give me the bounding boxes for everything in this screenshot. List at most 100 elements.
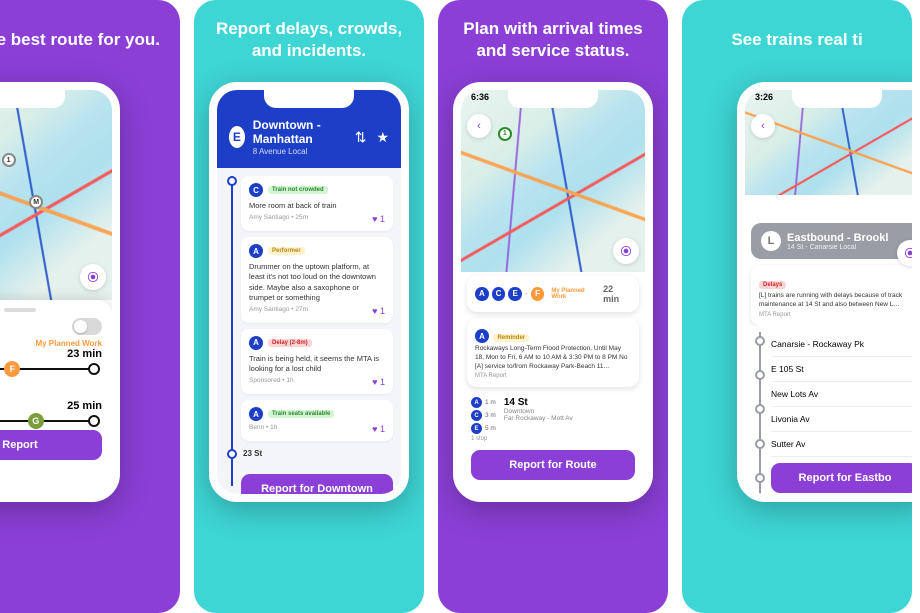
stop-line [759,332,761,502]
line-e-badge: E [508,287,522,301]
locate-button[interactable] [897,240,912,266]
report-route-button[interactable]: Report for Route [471,450,635,480]
stop-item[interactable]: Livonia Av [771,407,912,432]
line-c-badge: C [492,287,506,301]
slide-1-title: e the best route for you. [0,18,170,62]
stop-item[interactable]: New Lots Av [771,382,912,407]
report-eastbound-button[interactable]: Report for Eastbo [771,463,912,493]
screen-1: 1 M mmute My Planned Work 23 min [0,90,112,494]
heart-icon[interactable]: ♥ 1 [372,377,385,387]
alert-tag: Reminder [493,334,529,342]
line-f-badge: F [531,287,545,301]
report-body: More room at back of train [249,201,385,211]
stops-list[interactable]: Canarsie - Rockaway Pk E 105 St New Lots… [745,326,912,502]
heart-icon[interactable]: ♥ 1 [372,214,385,224]
planned-label: My Planned Work [0,339,102,348]
notch [264,90,354,108]
back-button[interactable]: ‹ [467,114,491,138]
route-line-1[interactable]: F [0,368,98,370]
phone-4: 3:26 ‹ L Eastbound - Brookl 14 St - Cana… [737,82,912,502]
report-downtown-button[interactable]: Report for Downtown Line [241,474,393,494]
line-title: Downtown - Manhattan [253,118,347,146]
notch [0,90,65,108]
timeline [231,176,233,486]
commute-sheet[interactable]: mmute My Planned Work 23 min F 1, 2 min … [0,300,112,494]
phone-1: 1 M mmute My Planned Work 23 min [0,82,120,502]
line-c-badge: C [249,183,263,197]
line-l-header: L Eastbound - Brookl 14 St - Canarsie Lo… [751,223,912,259]
phone-3: 6:36 ‹ 1 A C E - F My Plann [453,82,653,502]
map-marker[interactable]: M [29,195,43,209]
report-body: Train is being held, it seems the MTA is… [249,354,385,374]
status-tag: Delay (2-8m) [268,339,312,347]
status-tag: Train not crowded [268,186,328,194]
eta-1: 23 min [0,348,102,360]
locate-button[interactable] [80,264,106,290]
notch [792,90,882,108]
route-line-2[interactable]: B G [0,420,98,422]
map-marker[interactable]: 1 [498,127,512,141]
report-body: Drummer on the uptown platform, at least… [249,262,385,303]
route-card[interactable]: A C E - F My Planned Work 22 min [467,276,639,312]
route-icon[interactable]: ⇅ [355,129,367,146]
stop-item[interactable]: Broadway Jct [771,499,912,502]
line-l-badge: L [761,231,781,251]
stop-item[interactable]: Canarsie - Rockaway Pk [771,332,912,357]
map-1[interactable]: 1 M [0,90,112,300]
heart-icon[interactable]: ♥ 1 [372,306,385,316]
screen-3: ‹ 1 A C E - F My Planned Work 22 min [461,90,645,494]
line-badge-e: E [229,126,245,148]
route-sub-1: 1, 2 min [0,378,102,387]
screen-2: E Downtown - Manhattan 8 Avenue Local ⇅ … [217,90,401,494]
report-button[interactable]: Report [0,430,102,460]
app-screenshots-row: e the best route for you. 1 M mmute [0,0,920,613]
planned-label: My Planned Work [551,288,600,300]
eta-2: 25 min [0,400,102,412]
report-card[interactable]: A Delay (2-8m) Train is being held, it se… [241,329,393,394]
back-button[interactable]: ‹ [751,114,775,138]
report-card[interactable]: ATrain seats available Benn • 1h♥ 1 [241,400,393,441]
eta: 22 min [603,284,631,304]
line-a-badge: A [249,244,263,258]
map-marker[interactable]: 1 [2,153,16,167]
line-l-title: Eastbound - Brookl [787,232,888,244]
heart-icon[interactable]: ♥ 1 [372,424,385,434]
notch [508,90,598,108]
delays-tag: Delays [759,281,786,289]
slide-1: e the best route for you. 1 M mmute [0,0,180,613]
stop-item[interactable]: Sutter Av [771,432,912,457]
screen-4: ‹ L Eastbound - Brookl 14 St - Canarsie … [745,90,912,494]
report-card[interactable]: A Performer Drummer on the uptown platfor… [241,237,393,323]
alert-source: MTA Report [475,373,631,379]
delay-source: MTA Report [759,312,912,318]
phone-2: E Downtown - Manhattan 8 Avenue Local ⇅ … [209,82,409,502]
line-a-badge: A [475,287,489,301]
commute-toggle[interactable] [72,318,102,335]
status-tag: Train seats available [268,410,334,418]
status-tag: Performer [268,247,305,255]
report-card[interactable]: C Train not crowded More room at back of … [241,176,393,231]
line-a-badge: A [249,407,263,421]
map-3[interactable]: ‹ 1 [461,90,645,272]
alert-body: Rockaways Long-Term Flood Protection. Un… [475,345,631,371]
locate-button[interactable] [613,238,639,264]
star-icon[interactable]: ★ [376,129,389,146]
delay-tag: Delayed [0,393,102,400]
line-l-subtitle: 14 St - Canarsie Local [787,244,888,251]
line-subtitle: 8 Avenue Local [253,147,347,156]
slide-2-title: Report delays, crowds, and incidents. [204,18,414,62]
delay-alert[interactable]: Delays [L] trains are running with delay… [751,265,912,326]
slide-2: Report delays, crowds, and incidents. E … [194,0,424,613]
stop-item[interactable]: E 105 St [771,357,912,382]
slide-3-title: Plan with arrival times and service stat… [448,18,658,62]
slide-4: See trains real ti 3:26 ‹ L Eastbound - … [682,0,912,613]
slide-3: Plan with arrival times and service stat… [438,0,668,613]
report-feed[interactable]: C Train not crowded More room at back of … [217,168,401,494]
stop-23st[interactable]: 23 St [243,449,393,458]
station-block[interactable]: A1 m C3 m E5 m 1 stop 14 St Downtown Far… [461,393,645,446]
alert-card[interactable]: A Reminder Rockaways Long-Term Flood Pro… [467,318,639,387]
delay-body: [L] trains are running with delays becau… [759,292,912,310]
sheet-handle[interactable] [4,308,36,312]
station-name: 14 St [504,397,573,408]
line-a-badge: A [249,336,263,350]
